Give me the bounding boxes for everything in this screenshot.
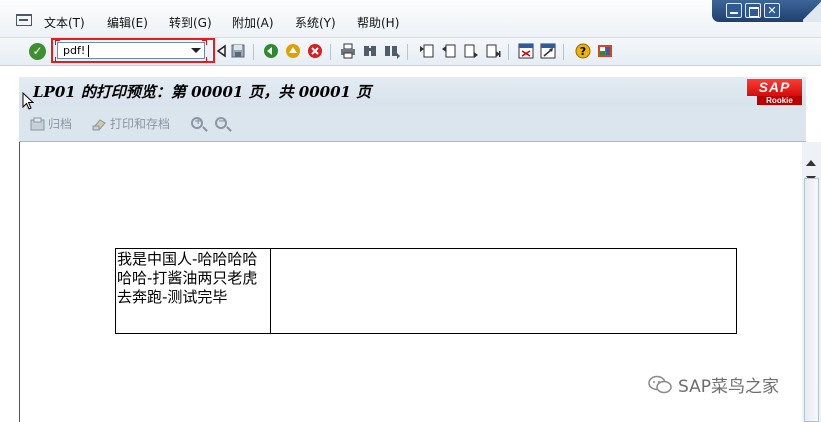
save-icon[interactable] — [230, 43, 246, 59]
bracket-icon — [202, 40, 207, 45]
previous-page-icon[interactable] — [441, 43, 457, 59]
standard-toolbar: ✓ pdf! ? — [0, 38, 821, 66]
scroll-up-arrow-icon[interactable] — [806, 160, 816, 166]
next-page-icon[interactable] — [463, 43, 479, 59]
form-divider — [270, 249, 271, 333]
vertical-scrollbar[interactable] — [802, 142, 821, 422]
form-text-window: 我是中国人-哈哈哈哈哈哈-打酱油两只老虎去奔跑-测试完毕 — [117, 250, 258, 306]
last-page-icon[interactable] — [485, 43, 501, 59]
scrollbar-thumb[interactable] — [804, 178, 819, 422]
menu-bar: 文本(T) 编辑(E) 转到(G) 附加(A) 系统(Y) 帮助(H) — [0, 0, 821, 38]
print-archive-icon — [92, 118, 106, 131]
menu-icon[interactable] — [16, 14, 32, 26]
sap-logo-subtext: Rookie — [757, 96, 802, 105]
first-page-icon[interactable] — [419, 43, 435, 59]
toolbar-separator — [253, 44, 254, 60]
window-corner — [803, 0, 821, 22]
text-caret — [88, 45, 89, 57]
svg-text:?: ? — [580, 45, 586, 58]
menu-goto[interactable]: 转到(G) — [169, 14, 212, 31]
archive-icon — [30, 117, 45, 130]
bracket-icon — [202, 57, 207, 62]
sap-logo: SAP Rookie — [747, 79, 802, 105]
menu-help[interactable]: 帮助(H) — [357, 14, 399, 31]
zoom-out-icon[interactable]: − — [215, 116, 227, 129]
menu-edit[interactable]: 编辑(E) — [107, 14, 148, 31]
zoom-in-icon[interactable]: + — [191, 116, 203, 129]
minimize-button[interactable] — [726, 3, 742, 18]
screen-title-bar: LP01 的打印预览：第 00001 页，共 00001 页 — [19, 77, 806, 106]
new-session-icon[interactable] — [518, 43, 534, 59]
menu-system[interactable]: 系统(Y) — [295, 14, 336, 31]
bracket-icon — [55, 57, 60, 62]
bracket-icon — [55, 40, 60, 45]
print-and-archive-label: 打印和存档 — [110, 117, 171, 131]
sap-logo-text: SAP — [747, 79, 802, 96]
shortcut-icon[interactable] — [540, 43, 556, 59]
wechat-icon — [648, 375, 672, 393]
archive-button[interactable]: 归档 — [30, 115, 72, 132]
zoom-in-sign: + — [194, 116, 203, 127]
toolbar-separator — [563, 44, 564, 60]
find-icon[interactable] — [362, 43, 378, 59]
back-icon[interactable] — [263, 43, 279, 59]
toolbar-separator — [330, 44, 331, 60]
find-next-icon[interactable] — [384, 43, 400, 59]
mouse-cursor-icon — [22, 92, 34, 110]
print-icon[interactable] — [340, 43, 356, 59]
command-field[interactable]: pdf! — [57, 42, 205, 59]
toolbar-separator — [508, 44, 509, 60]
command-field-value: pdf! — [63, 44, 86, 57]
print-and-archive-button[interactable]: 打印和存档 — [92, 115, 170, 132]
page-title: LP01 的打印预览：第 00001 页，共 00001 页 — [33, 83, 372, 101]
chevron-down-icon[interactable] — [191, 48, 201, 53]
watermark: SAP菜鸟之家 — [648, 372, 779, 397]
zoom-out-sign: − — [218, 116, 227, 127]
menu-text[interactable]: 文本(T) — [44, 14, 85, 31]
archive-label: 归档 — [48, 117, 73, 131]
enter-check-icon[interactable]: ✓ — [29, 43, 46, 60]
close-button[interactable]: ✕ — [764, 3, 780, 18]
collapse-arrow-icon[interactable] — [214, 43, 230, 59]
maximize-button[interactable] — [745, 3, 761, 18]
help-icon[interactable]: ? — [575, 43, 591, 59]
application-toolbar: 归档 打印和存档 + − — [19, 106, 806, 142]
menu-extras[interactable]: 附加(A) — [232, 14, 274, 31]
toolbar-separator — [407, 44, 408, 60]
customize-layout-icon[interactable] — [597, 43, 613, 59]
exit-icon[interactable] — [285, 43, 301, 59]
window-controls: ✕ — [712, 0, 821, 22]
watermark-text: SAP菜鸟之家 — [678, 377, 779, 397]
form-output-box: 我是中国人-哈哈哈哈哈哈-打酱油两只老虎去奔跑-测试完毕 — [115, 248, 737, 334]
cancel-icon[interactable] — [307, 43, 323, 59]
